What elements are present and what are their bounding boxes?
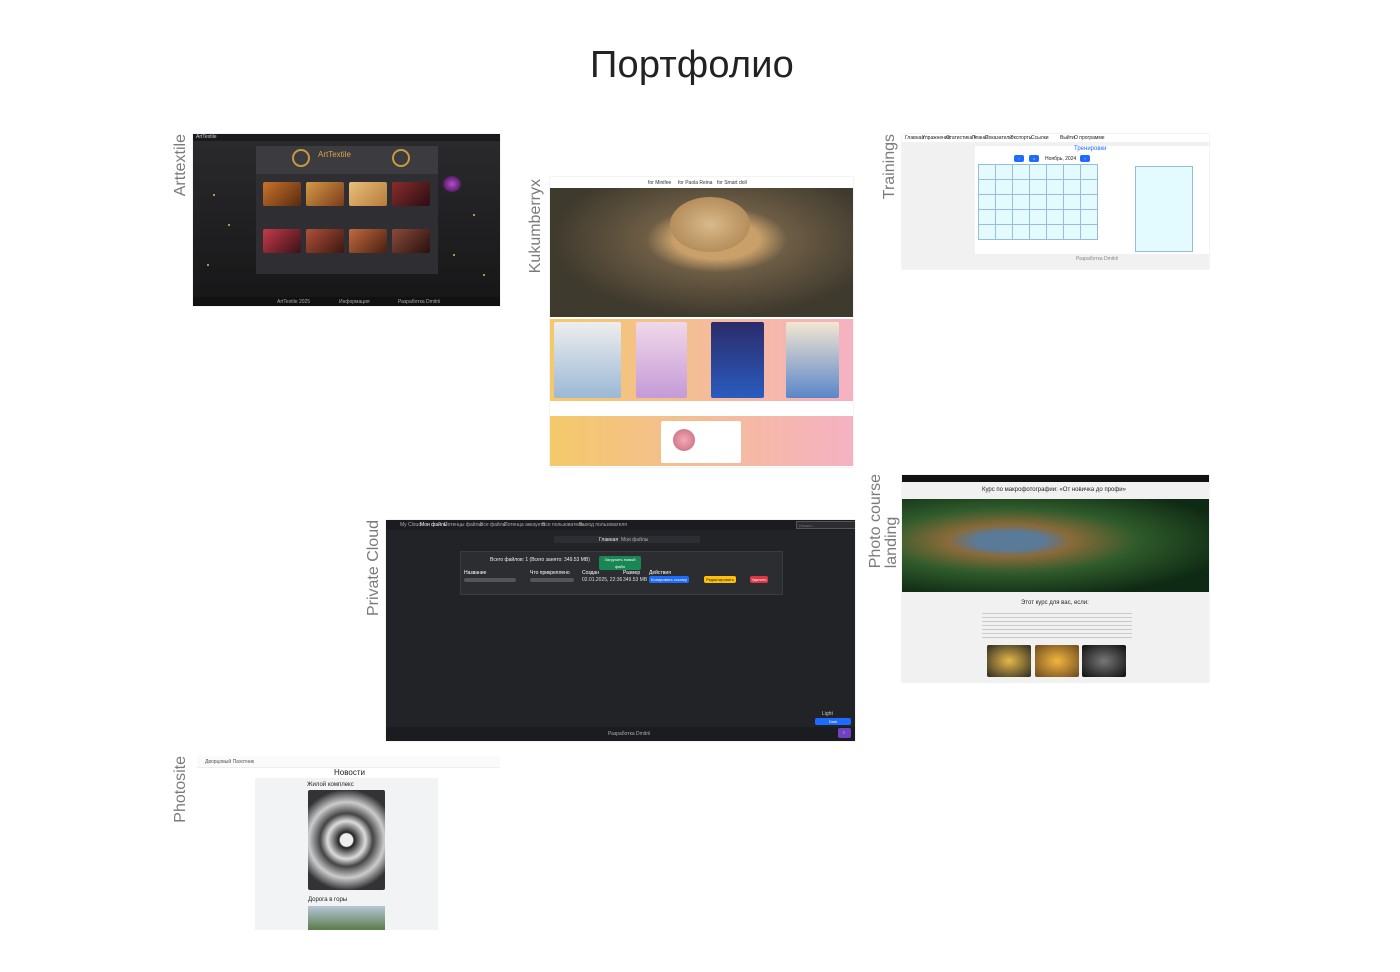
project-label: Photosite — [172, 756, 189, 823]
nav-item[interactable]: My Cloud — [400, 522, 421, 528]
storage-summary: Всего файлов: 1 (Всего занято: 349.53 MB… — [490, 557, 590, 563]
footer-text: Информация — [339, 299, 370, 305]
column-header: Создан — [582, 570, 599, 576]
subheading: Этот курс для вас, если: — [1021, 600, 1089, 606]
heading: Тренировки — [1074, 146, 1107, 152]
page-title: Портфолио — [589, 44, 795, 86]
heading: Курс по макрофотографии: «От новичка до … — [982, 487, 1126, 493]
file-size: 349.53 MB — [623, 577, 648, 583]
nav-item[interactable]: Выйти — [1060, 135, 1075, 141]
hero-image — [902, 499, 1209, 592]
nav-item[interactable]: Экспорты — [1010, 135, 1032, 141]
project-screenshot[interactable]: My Cloud Мои файлы Потенцы файлы Все фай… — [386, 520, 855, 741]
prev-month-button[interactable]: ‹ — [1014, 155, 1024, 162]
tab-minifee[interactable]: for Minifee — [648, 180, 671, 186]
heading: Новости — [334, 768, 365, 777]
project-label: Kukumberryx — [527, 179, 544, 274]
upload-button[interactable]: Загрузить новый файл — [599, 556, 641, 570]
next-month-button[interactable]: › — [1080, 155, 1090, 162]
portfolio-item-arttextile[interactable]: Arttextile ArtTextile ArtTextile ArtText… — [172, 132, 503, 312]
delete-button[interactable]: Удалить — [750, 576, 768, 583]
project-screenshot[interactable]: ArtTextile ArtTextile ArtTextile 2025 Ин… — [193, 134, 500, 306]
nav-item[interactable]: Потенца аккаунта — [504, 522, 545, 528]
post-image — [308, 790, 385, 890]
nav-item[interactable]: Выход пользователя — [579, 522, 627, 528]
post-image — [308, 906, 385, 930]
portfolio-item-private-cloud[interactable]: Private Cloud My Cloud Мои файлы Потенцы… — [365, 518, 858, 744]
tab-smart-doll[interactable]: for Smart doll — [717, 180, 747, 186]
project-screenshot[interactable]: Главная Упражнения Статистика ▾ Планы По… — [902, 134, 1209, 269]
breadcrumb-item: Мои файлы — [621, 537, 649, 543]
nav-item[interactable]: Ссылки — [1031, 135, 1049, 141]
theme-toggle-button[interactable]: ☾ — [838, 728, 851, 738]
footer-text: Разработка Dmitrii — [1076, 256, 1119, 262]
created-date: 02.01.2025, 22:36 — [582, 577, 623, 583]
project-label: Arttextile — [172, 134, 189, 197]
nav-item[interactable]: Все файлы — [480, 522, 506, 528]
column-header: Размер — [623, 570, 641, 576]
portfolio-item-kukumberryx[interactable]: Kukumberryx for Minifee for Paola Reina … — [527, 177, 858, 469]
nav-item[interactable]: Показатели — [985, 135, 1012, 141]
breadcrumb-item[interactable]: Главная — [599, 537, 618, 543]
edit-button[interactable]: Редактировать — [704, 576, 736, 583]
logo-text: ArtTextile — [318, 150, 351, 159]
project-screenshot[interactable]: for Minifee for Paola Reina for Smart do… — [550, 177, 853, 467]
post-title: Дорога в горы — [308, 897, 348, 903]
footer-text: Разработка Dmitrii — [398, 299, 441, 305]
project-screenshot[interactable]: Курс по макрофотографии: «От новичка до … — [902, 475, 1209, 682]
brand: Дворцовый Пахотник — [205, 759, 255, 765]
project-label: Trainings — [881, 134, 898, 200]
copy-link-button[interactable]: Копировать ссылку — [649, 576, 689, 583]
month-label: Ноябрь, 2024 — [1045, 156, 1077, 162]
footer-text: ArtTextile 2025 — [277, 299, 311, 305]
portfolio-item-trainings[interactable]: Trainings Главная Упражнения Статистика … — [881, 132, 1212, 272]
column-header: Что прикреплено — [530, 570, 570, 576]
footer-text: Разработка Dmitrii — [608, 731, 651, 737]
portfolio-item-photosite[interactable]: Photosite Дворцовый Пахотник Новости Жил… — [172, 754, 503, 932]
portfolio-item-photo-course[interactable]: Photo course landing Курс по макрофотогр… — [867, 472, 1212, 686]
project-label: Photo course landing — [867, 474, 900, 569]
nav-item[interactable]: О программе — [1074, 135, 1105, 141]
nav-item[interactable]: Все пользователи — [542, 522, 584, 528]
project-screenshot[interactable]: Дворцовый Пахотник Новости Жилой комплек… — [197, 756, 500, 930]
project-label: Private Cloud — [365, 520, 382, 617]
theme-light-option[interactable]: Light — [822, 711, 833, 717]
nav-item[interactable]: Потенцы файлы — [444, 522, 482, 528]
theme-dark-option[interactable]: Dark — [815, 718, 851, 725]
home-button[interactable]: ⌂ — [1029, 155, 1039, 162]
post-title: Жилой комплекс — [307, 782, 354, 788]
column-header: Название — [464, 570, 487, 576]
search-input[interactable] — [796, 521, 855, 529]
calendar-grid[interactable] — [978, 164, 1098, 240]
tab-paola-reina[interactable]: for Paola Reina — [678, 180, 712, 186]
brand: ArtTextile — [196, 134, 217, 140]
